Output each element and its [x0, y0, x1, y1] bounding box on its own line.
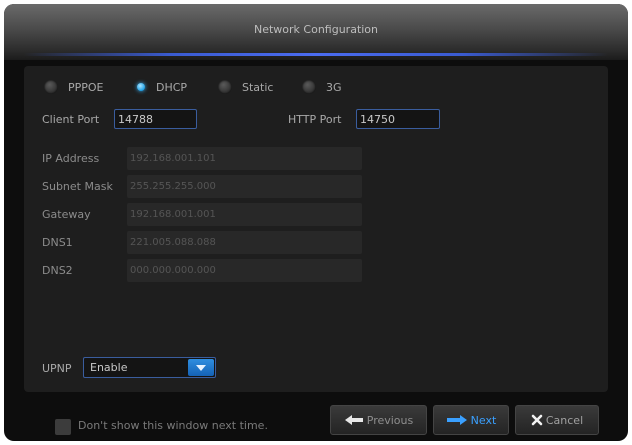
upnp-value: Enable [90, 361, 128, 374]
previous-button[interactable]: Previous [330, 405, 427, 435]
radio-pppoe-label: PPPOE [68, 80, 104, 94]
client-port-input[interactable]: 14788 [114, 109, 197, 129]
cancel-label: Cancel [545, 413, 584, 427]
radio-3g[interactable]: 3G [302, 79, 342, 95]
radio-dhcp[interactable]: DHCP [134, 79, 187, 95]
radio-dhcp-label: DHCP [156, 80, 188, 94]
upnp-select[interactable]: Enable [83, 357, 216, 378]
dialog-title: Network Configuration [253, 23, 379, 36]
dont-show-label: Don't show this window next time. [78, 419, 268, 432]
client-port-label: Client Port [42, 113, 100, 126]
radio-icon [137, 83, 145, 91]
gateway-field: 192.168.001.001 [127, 203, 362, 226]
checkbox-icon[interactable] [55, 419, 71, 435]
dns2-label: DNS2 [42, 264, 73, 277]
title-accent-line [24, 53, 608, 56]
next-button[interactable]: Next [433, 405, 509, 435]
radio-pppoe[interactable]: PPPOE [44, 79, 104, 95]
cancel-button[interactable]: Cancel [515, 405, 599, 435]
arrow-right-icon [446, 414, 468, 426]
http-port-label: HTTP Port [288, 113, 342, 126]
dns2-field: 000.000.000.000 [127, 259, 362, 282]
previous-label: Previous [366, 413, 414, 427]
gateway-label: Gateway [42, 208, 91, 221]
subnet-mask-field: 255.255.255.000 [127, 175, 362, 198]
radio-icon [302, 80, 316, 94]
subnet-mask-label: Subnet Mask [42, 180, 113, 193]
ip-address-label: IP Address [42, 152, 100, 165]
radio-icon [218, 80, 232, 94]
radio-icon [44, 80, 58, 94]
arrow-left-icon [344, 414, 364, 426]
dropdown-arrow-icon[interactable] [188, 359, 214, 376]
close-x-icon [531, 414, 543, 426]
dns1-label: DNS1 [42, 236, 73, 249]
radio-3g-label: 3G [326, 80, 342, 94]
radio-static[interactable]: Static [218, 79, 273, 95]
http-port-input[interactable]: 14750 [356, 109, 440, 129]
dns1-field: 221.005.088.088 [127, 231, 362, 254]
radio-static-label: Static [242, 80, 274, 94]
upnp-label: UPNP [42, 362, 72, 375]
next-label: Next [470, 413, 497, 427]
ip-address-field: 192.168.001.101 [127, 147, 362, 170]
